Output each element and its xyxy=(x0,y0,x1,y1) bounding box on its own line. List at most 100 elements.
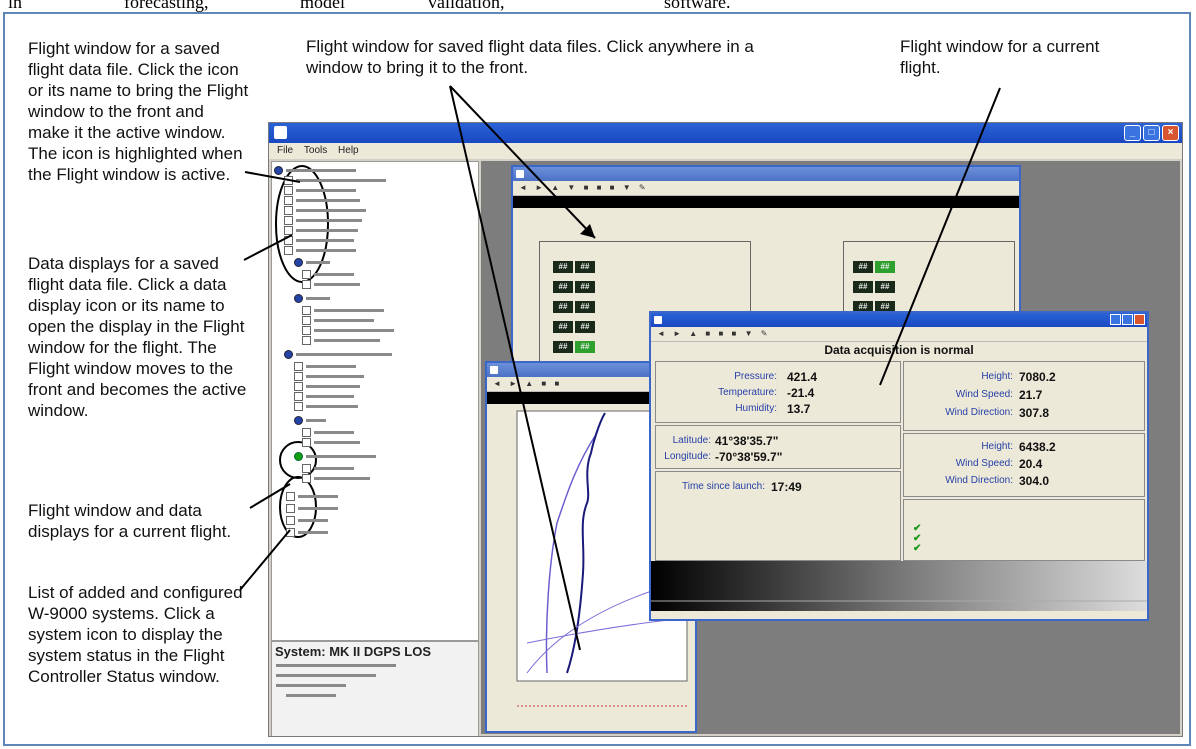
display-icon[interactable] xyxy=(302,428,311,437)
tree-node[interactable] xyxy=(284,186,356,195)
display-icon[interactable] xyxy=(294,362,303,371)
child-close-button[interactable] xyxy=(1134,314,1145,325)
minimize-button[interactable]: _ xyxy=(1124,125,1141,141)
tree-node-label xyxy=(296,209,366,212)
display-icon[interactable] xyxy=(294,392,303,401)
display-icon[interactable] xyxy=(302,464,311,473)
time-since-launch-value: 17:49 xyxy=(771,480,802,494)
display-icon[interactable] xyxy=(302,336,311,345)
menu-file[interactable]: File xyxy=(277,145,293,156)
tree-node[interactable] xyxy=(294,362,356,371)
tree-node[interactable] xyxy=(274,166,356,175)
display-icon[interactable] xyxy=(284,246,293,255)
tree-node[interactable] xyxy=(286,528,328,537)
tree-node[interactable] xyxy=(284,216,362,225)
display-icon[interactable] xyxy=(284,196,293,205)
satellite-cell: ## xyxy=(553,321,573,333)
tree-node[interactable] xyxy=(286,492,338,501)
current-flight-window[interactable]: ◄ ► ▲ ■ ■ ■ ▼ ✎ Data acquisition is norm… xyxy=(649,311,1149,621)
tree-node[interactable] xyxy=(302,270,354,279)
tree-node[interactable] xyxy=(284,236,354,245)
display-icon[interactable] xyxy=(302,280,311,289)
satellite-cell: ## xyxy=(553,281,573,293)
latitude-label: Latitude: xyxy=(672,435,711,446)
tree-node[interactable] xyxy=(284,206,366,215)
tree-node[interactable] xyxy=(284,196,360,205)
tree-node-label xyxy=(306,395,354,398)
tree-node[interactable] xyxy=(302,428,354,437)
flight-icon[interactable] xyxy=(294,452,303,461)
tree-node[interactable] xyxy=(302,280,360,289)
tree-node-label xyxy=(296,239,354,242)
tree-node[interactable] xyxy=(286,504,338,513)
checkmark-icon: ✔ xyxy=(913,543,922,554)
tree-node-label xyxy=(306,365,356,368)
tree-node-label xyxy=(306,375,364,378)
display-icon[interactable] xyxy=(286,492,295,501)
display-icon[interactable] xyxy=(294,372,303,381)
tree-node[interactable] xyxy=(294,452,376,461)
tree-node[interactable] xyxy=(294,392,354,401)
tree-node[interactable] xyxy=(294,372,364,381)
flight-icon[interactable] xyxy=(294,258,303,267)
longitude-label: Longitude: xyxy=(664,451,711,462)
flight-icon xyxy=(654,316,662,324)
display-icon[interactable] xyxy=(284,176,293,185)
tree-node[interactable] xyxy=(302,464,354,473)
display-icon[interactable] xyxy=(302,316,311,325)
status-line xyxy=(276,684,346,687)
close-button[interactable]: × xyxy=(1162,125,1179,141)
flight-icon[interactable] xyxy=(284,350,293,359)
flight-icon[interactable] xyxy=(294,416,303,425)
application-screenshot: _ □ × File Tools Help System: MK II DGPS… xyxy=(268,122,1183,737)
display-icon[interactable] xyxy=(284,236,293,245)
tree-node-label xyxy=(306,297,330,300)
status-line xyxy=(276,664,396,667)
tree-node[interactable] xyxy=(302,326,394,335)
display-icon[interactable] xyxy=(302,270,311,279)
display-icon[interactable] xyxy=(294,402,303,411)
tree-node[interactable] xyxy=(286,516,328,525)
tree-node[interactable] xyxy=(302,438,360,447)
saved-flight-banner xyxy=(513,196,1019,208)
sw-direction-label: Wind Direction: xyxy=(945,475,1013,486)
annotation-current-flight-window: Flight window for a current flight. xyxy=(900,37,1100,77)
menu-help[interactable]: Help xyxy=(338,145,359,156)
tree-node[interactable] xyxy=(294,294,330,303)
tree-node[interactable] xyxy=(294,416,326,425)
display-icon[interactable] xyxy=(302,306,311,315)
tree-node[interactable] xyxy=(284,226,358,235)
tree-node[interactable] xyxy=(294,402,358,411)
display-icon[interactable] xyxy=(302,326,311,335)
flight-icon[interactable] xyxy=(274,166,283,175)
flight-icon[interactable] xyxy=(294,294,303,303)
tree-node[interactable] xyxy=(284,176,386,185)
display-icon[interactable] xyxy=(302,474,311,483)
tree-node[interactable] xyxy=(294,258,330,267)
display-icon[interactable] xyxy=(284,206,293,215)
satellite-cell: ## xyxy=(553,261,573,273)
tree-node[interactable] xyxy=(294,382,360,391)
child-maximize-button[interactable] xyxy=(1122,314,1133,325)
display-icon[interactable] xyxy=(286,504,295,513)
tree-node[interactable] xyxy=(302,316,374,325)
satellite-cell: ## xyxy=(575,341,595,353)
display-icon[interactable] xyxy=(286,528,295,537)
tree-node-label xyxy=(286,169,356,172)
maximize-button[interactable]: □ xyxy=(1143,125,1160,141)
display-icon[interactable] xyxy=(302,438,311,447)
app-icon xyxy=(274,126,287,139)
display-icon[interactable] xyxy=(284,216,293,225)
tree-node[interactable] xyxy=(284,246,356,255)
tree-node[interactable] xyxy=(284,350,392,359)
child-minimize-button[interactable] xyxy=(1110,314,1121,325)
display-icon[interactable] xyxy=(294,382,303,391)
tree-node[interactable] xyxy=(302,474,370,483)
display-icon[interactable] xyxy=(286,516,295,525)
tree-node[interactable] xyxy=(302,306,384,315)
display-icon[interactable] xyxy=(284,186,293,195)
display-icon[interactable] xyxy=(284,226,293,235)
menu-tools[interactable]: Tools xyxy=(304,145,327,156)
tree-node[interactable] xyxy=(302,336,380,345)
tree-node-label xyxy=(296,353,392,356)
